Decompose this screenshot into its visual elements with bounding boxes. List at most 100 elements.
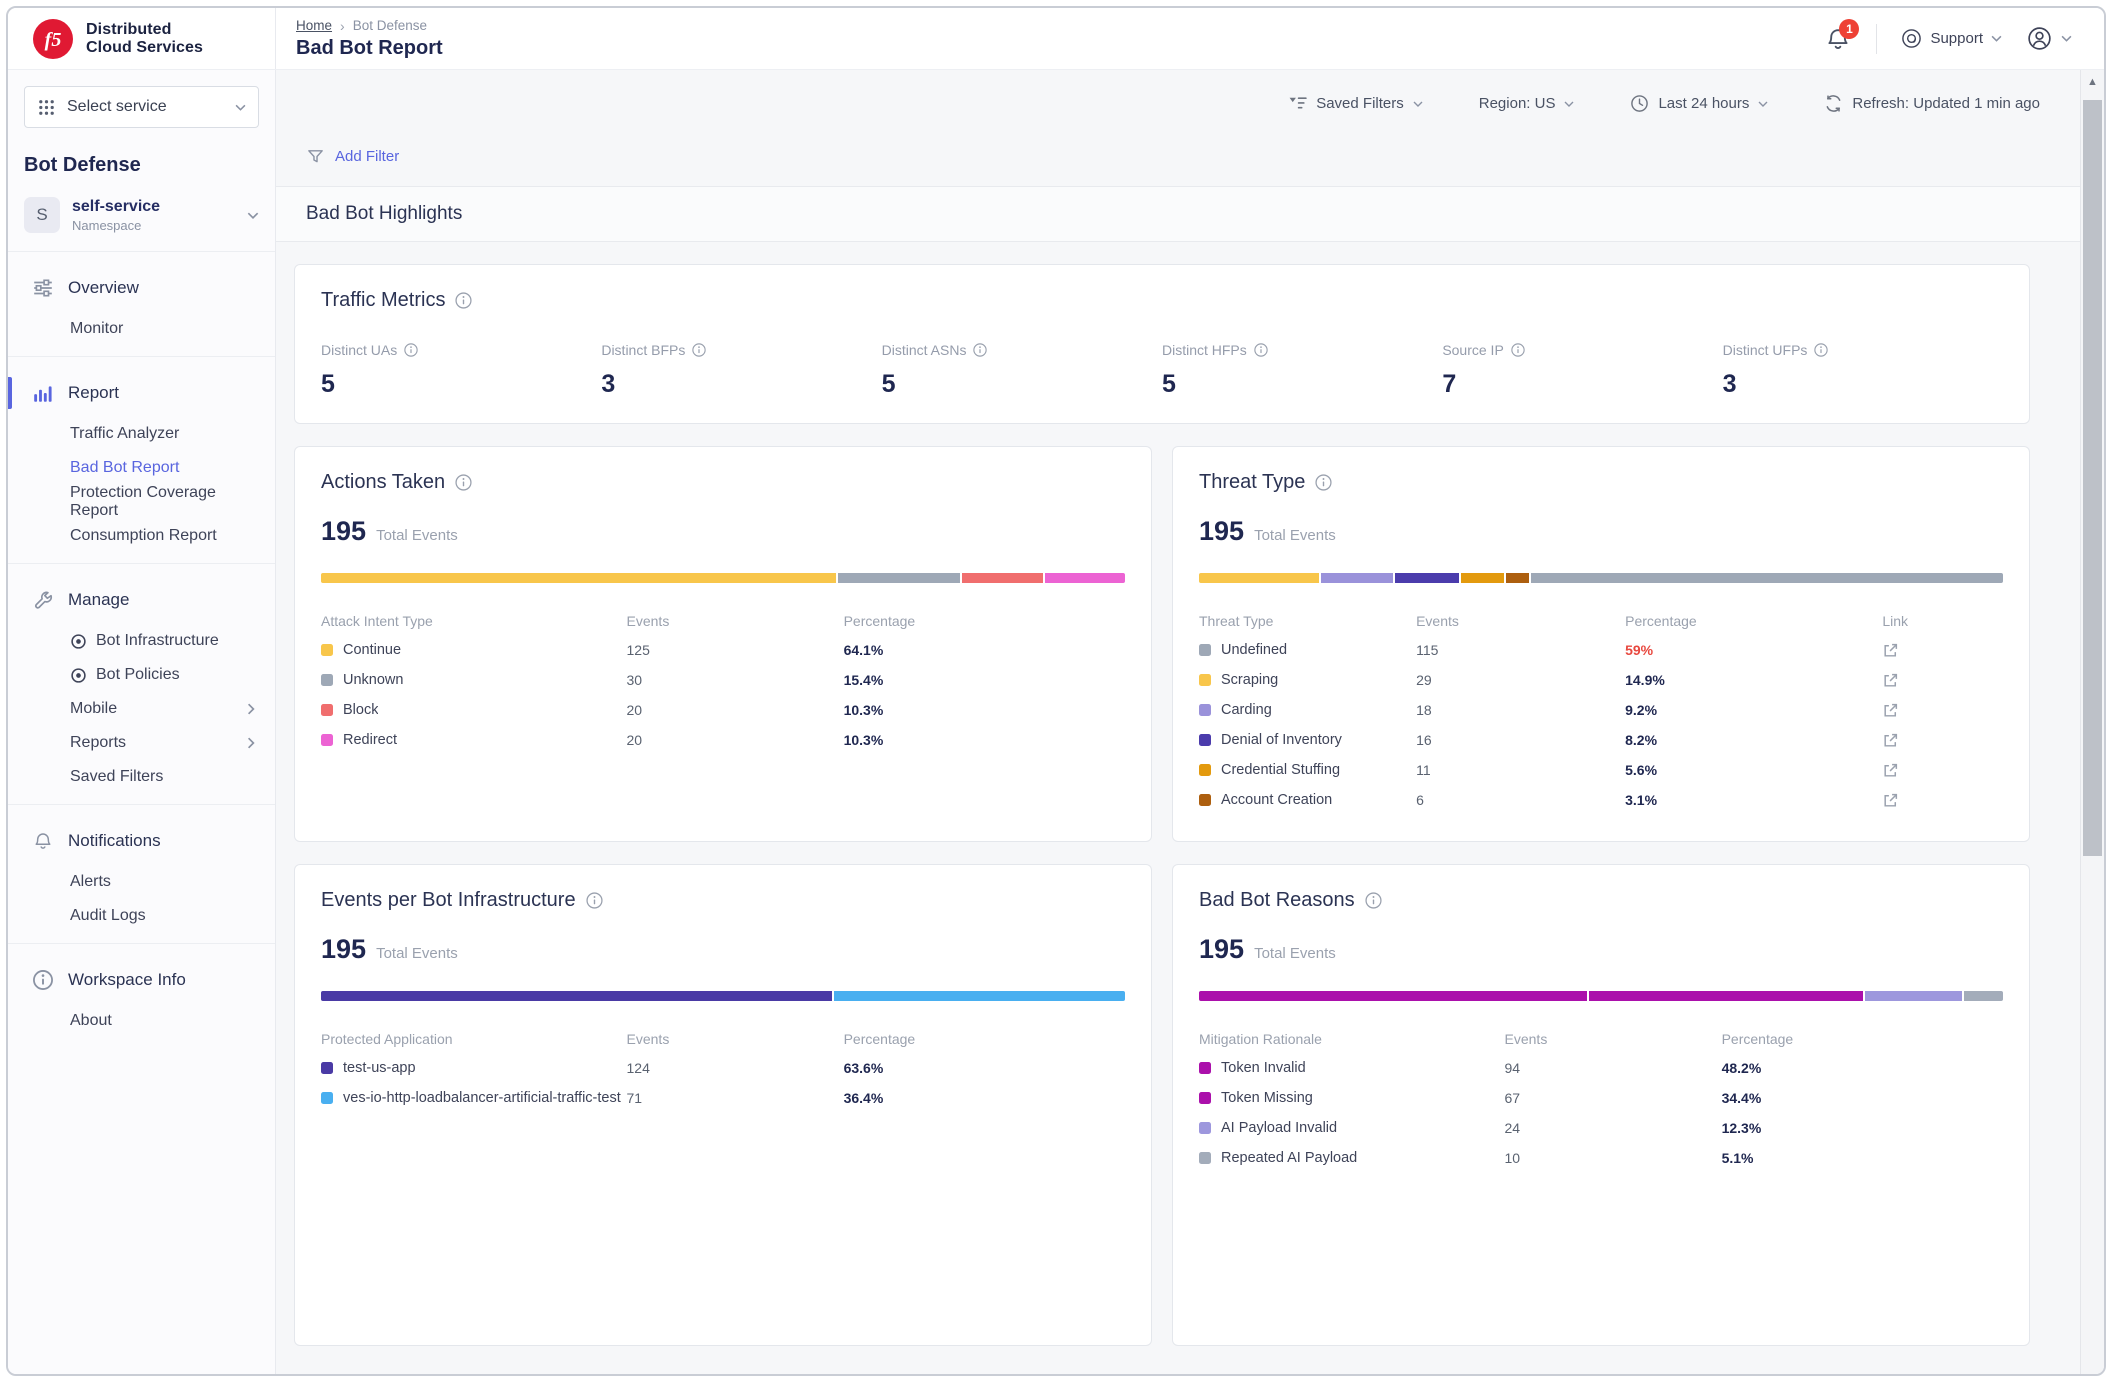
page-title: Bad Bot Report <box>296 37 443 60</box>
row-percentage: 14.9% <box>1625 672 1882 688</box>
notifications-bell-button[interactable]: 1 <box>1824 25 1852 53</box>
sidebar-item-bot-policies[interactable]: Bot Policies <box>8 658 275 692</box>
sidebar: Select service Bot Defense S self-servic… <box>8 70 276 1374</box>
bar-segment <box>1504 573 1529 583</box>
sidebar-divider <box>8 563 275 564</box>
info-icon[interactable] <box>1315 474 1332 491</box>
chevron-down-icon <box>1413 101 1423 107</box>
refresh-status-label: Refresh: Updated 1 min ago <box>1852 95 2040 112</box>
legend-swatch <box>1199 704 1211 716</box>
sidebar-item-alerts[interactable]: Alerts <box>8 865 275 899</box>
sidebar-item-workspace-info[interactable]: Workspace Info <box>8 956 275 1004</box>
sidebar-item-reports[interactable]: Reports <box>8 726 275 760</box>
saved-filters-dropdown[interactable]: Saved Filters <box>1288 94 1423 113</box>
row-label: Token Invalid <box>1221 1060 1306 1076</box>
nav-label: Workspace Info <box>68 970 186 990</box>
region-dropdown[interactable]: Region: US <box>1479 95 1575 112</box>
sidebar-item-monitor[interactable]: Monitor <box>8 312 275 346</box>
info-icon[interactable] <box>586 892 603 909</box>
info-icon[interactable] <box>1254 343 1268 357</box>
external-link-icon[interactable] <box>1882 672 1899 689</box>
info-icon[interactable] <box>973 343 987 357</box>
nav-label: Consumption Report <box>70 527 217 545</box>
target-icon <box>70 667 87 684</box>
row-events: 10 <box>1505 1150 1722 1166</box>
table-row: Token Invalid 94 48.2% <box>1199 1053 2003 1083</box>
overview-icon <box>32 277 54 299</box>
external-link-icon[interactable] <box>1882 702 1899 719</box>
info-icon[interactable] <box>404 343 418 357</box>
bar-segment <box>1863 991 1962 1001</box>
account-menu[interactable] <box>2026 25 2072 52</box>
row-events: 115 <box>1416 642 1625 658</box>
sidebar-item-saved-filters[interactable]: Saved Filters <box>8 760 275 794</box>
metric-label: Distinct UAs <box>321 342 397 358</box>
scroll-up-arrow-icon[interactable]: ▲ <box>2081 76 2104 88</box>
chevron-down-icon <box>247 212 259 219</box>
info-icon <box>32 969 54 991</box>
info-icon[interactable] <box>455 292 472 309</box>
select-service-dropdown[interactable]: Select service <box>24 86 259 128</box>
sidebar-item-bot-infrastructure[interactable]: Bot Infrastructure <box>8 624 275 658</box>
legend-swatch <box>1199 1062 1211 1074</box>
bar-segment <box>1459 573 1504 583</box>
info-icon[interactable] <box>1511 343 1525 357</box>
metric-distinct-bfps: Distinct BFPs 3 <box>601 342 881 399</box>
nav-label: Mobile <box>70 700 117 718</box>
row-events: 16 <box>1416 732 1625 748</box>
row-events: 67 <box>1505 1090 1722 1106</box>
table-row: Carding 18 9.2% <box>1199 695 2003 725</box>
sidebar-item-mobile[interactable]: Mobile <box>8 692 275 726</box>
row-label: Block <box>343 702 378 718</box>
column-header: Percentage <box>1722 1031 2003 1047</box>
sidebar-item-notifications[interactable]: Notifications <box>8 817 275 865</box>
saved-filters-label: Saved Filters <box>1316 95 1404 112</box>
sidebar-item-traffic-analyzer[interactable]: Traffic Analyzer <box>8 417 275 451</box>
refresh-button[interactable]: Refresh: Updated 1 min ago <box>1824 94 2040 113</box>
sidebar-item-audit-logs[interactable]: Audit Logs <box>8 899 275 933</box>
info-icon[interactable] <box>692 343 706 357</box>
sidebar-item-consumption-report[interactable]: Consumption Report <box>8 519 275 553</box>
external-link-icon[interactable] <box>1882 642 1899 659</box>
support-menu[interactable]: Support <box>1901 28 2002 49</box>
external-link-icon[interactable] <box>1882 792 1899 809</box>
legend-swatch <box>1199 734 1211 746</box>
breadcrumb-home-link[interactable]: Home <box>296 18 332 33</box>
info-icon[interactable] <box>455 474 472 491</box>
info-icon[interactable] <box>1814 343 1828 357</box>
column-header: Protected Application <box>321 1031 627 1047</box>
row-label: Credential Stuffing <box>1221 762 1340 778</box>
chevron-down-icon <box>1564 101 1574 107</box>
table-row: Account Creation 6 3.1% <box>1199 785 2003 815</box>
column-header: Percentage <box>844 1031 1125 1047</box>
table-row: Undefined 115 59% <box>1199 635 2003 665</box>
region-label: Region: US <box>1479 95 1556 112</box>
row-label: AI Payload Invalid <box>1221 1120 1337 1136</box>
legend-swatch <box>321 644 333 656</box>
external-link-icon[interactable] <box>1882 762 1899 779</box>
external-link-icon[interactable] <box>1882 732 1899 749</box>
namespace-selector[interactable]: S self-service Namespace <box>8 187 275 251</box>
breadcrumb-separator: › <box>340 18 345 34</box>
row-percentage: 12.3% <box>1722 1120 2003 1136</box>
bad-bot-reasons-stacked-bar <box>1199 991 2003 1001</box>
sidebar-item-report[interactable]: Report <box>8 369 275 417</box>
metric-distinct-ufps: Distinct UFPs 3 <box>1723 342 2003 399</box>
scrollbar-thumb[interactable] <box>2083 100 2102 856</box>
time-range-dropdown[interactable]: Last 24 hours <box>1630 94 1768 113</box>
column-header: Percentage <box>1625 613 1882 629</box>
row-label: Scraping <box>1221 672 1278 688</box>
sidebar-item-manage[interactable]: Manage <box>8 576 275 624</box>
nav-label: Overview <box>68 278 139 298</box>
actions-taken-stacked-bar <box>321 573 1125 583</box>
sidebar-item-bad-bot-report[interactable]: Bad Bot Report <box>8 451 275 485</box>
sidebar-item-about[interactable]: About <box>8 1004 275 1038</box>
info-icon[interactable] <box>1365 892 1382 909</box>
table-row: Unknown 30 15.4% <box>321 665 1125 695</box>
metric-source-ip: Source IP 7 <box>1442 342 1722 399</box>
sidebar-item-protection-coverage-report[interactable]: Protection Coverage Report <box>8 485 275 519</box>
add-filter-button[interactable]: Add Filter <box>306 147 399 166</box>
nav-label: Protection Coverage Report <box>70 484 255 520</box>
vertical-scrollbar[interactable]: ▲ <box>2080 70 2104 1374</box>
sidebar-item-overview[interactable]: Overview <box>8 264 275 312</box>
